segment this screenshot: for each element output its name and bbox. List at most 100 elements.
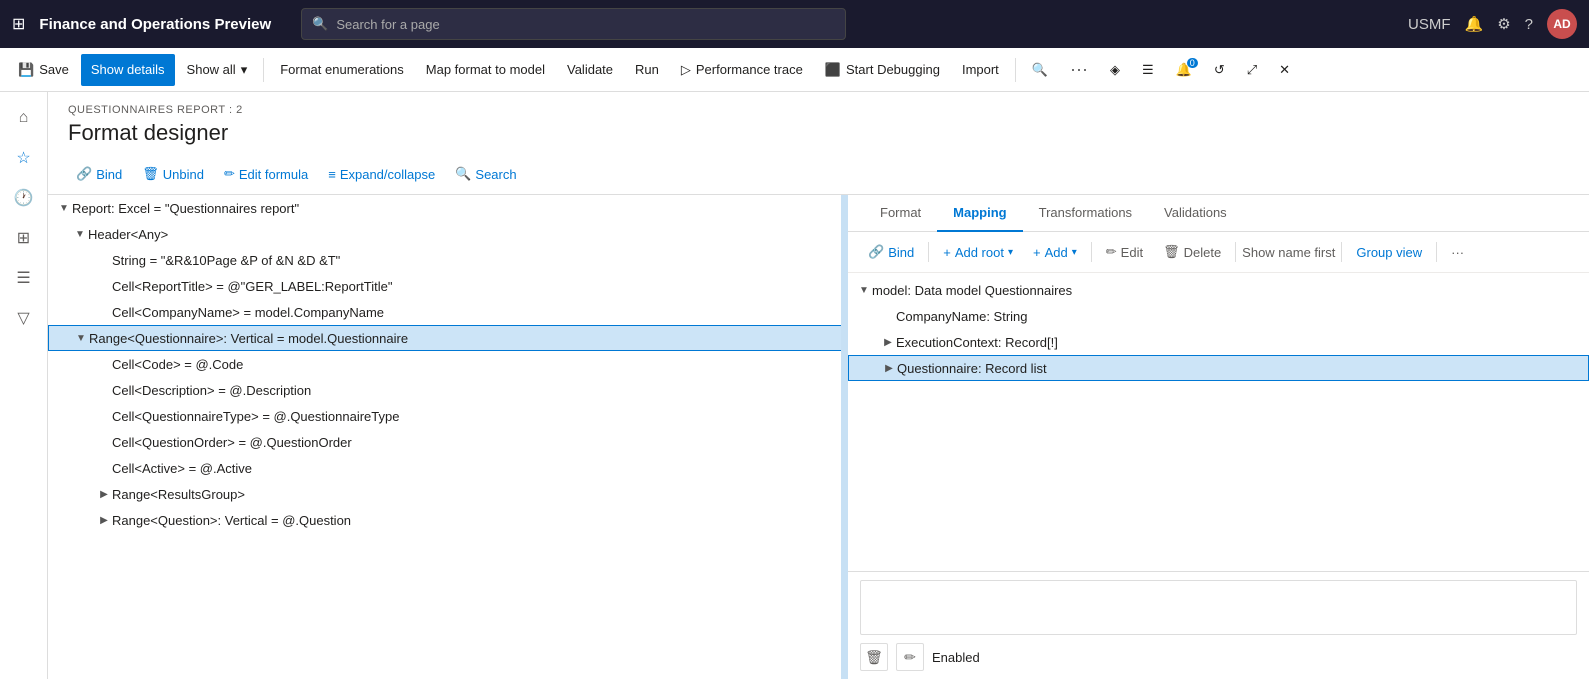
mt-add-icon: + [1033,245,1041,260]
more-options-button[interactable]: ··· [1060,54,1098,86]
toggle-rangeq[interactable]: ▼ [73,330,89,346]
side-rail: ⌂ ☆ 🕐 ⊞ ☰ ▽ [0,92,48,679]
help-icon[interactable]: ? [1525,16,1533,33]
rail-dashboard-icon[interactable]: ⊞ [6,220,42,256]
tree-item-celldesc[interactable]: ▶ Cell<Description> = @.Description [48,377,845,403]
panel-resize-handle[interactable] [841,195,845,679]
tree-item-cellcode[interactable]: ▶ Cell<Code> = @.Code [48,351,845,377]
app-grid-icon[interactable]: ⊞ [12,14,25,34]
sidebar-toggle-button[interactable]: ☰ [1132,54,1164,86]
mt-item-model[interactable]: ▼ model: Data model Questionnaires [848,277,1589,303]
show-all-button[interactable]: Show all ▾ [177,54,258,86]
badge-button[interactable]: 🔔0 [1166,54,1202,86]
page-header: QUESTIONNAIRES REPORT : 2 Format designe… [48,92,1589,154]
search-button[interactable]: 🔍 Search [447,160,524,188]
tree-item-cellreporttitle[interactable]: ▶ Cell<ReportTitle> = @"GER_LABEL:Report… [48,273,845,299]
formula-delete-button[interactable]: 🗑 [860,643,888,671]
map-format-to-model-button[interactable]: Map format to model [416,54,555,86]
mt-toggle-model[interactable]: ▼ [856,282,872,298]
mt-group-view-button[interactable]: Group view [1348,238,1430,266]
mt-add-root-icon: + [943,245,951,260]
formula-edit-button[interactable]: ✏ [896,643,924,671]
mt-add-root-button[interactable]: + Add root ▾ [935,238,1021,266]
mt-item-executioncontext[interactable]: ▶ ExecutionContext: Record[!] [848,329,1589,355]
tree-item-rangeresultsgroup[interactable]: ▶ Range<ResultsGroup> [48,481,845,507]
rail-history-icon[interactable]: 🕐 [6,180,42,216]
rail-home-icon[interactable]: ⌂ [6,100,42,136]
mt-label: ExecutionContext: Record[!] [896,335,1058,350]
diamond-button[interactable]: ◈ [1100,54,1130,86]
refresh-button[interactable]: ↺ [1204,54,1235,86]
settings-icon[interactable]: ⚙ [1497,15,1510,33]
start-debugging-button[interactable]: ⬛ Start Debugging [815,54,950,86]
rail-list-icon[interactable]: ☰ [6,260,42,296]
close-icon: ✕ [1279,62,1290,78]
mapping-tree: ▼ model: Data model Questionnaires ▶ Com… [848,273,1589,571]
mt-item-questionnaire[interactable]: ▶ Questionnaire: Record list [848,355,1589,381]
right-panel: Format Mapping Transformations Validatio… [848,195,1589,679]
breadcrumb: QUESTIONNAIRES REPORT : 2 [68,104,1569,116]
search-tree-icon: 🔍 [455,166,471,182]
mt-item-companyname[interactable]: ▶ CompanyName: String [848,303,1589,329]
tree-item-rangequestion[interactable]: ▶ Range<Question>: Vertical = @.Question [48,507,845,533]
mt-delete-button[interactable]: 🗑 Delete [1155,238,1229,266]
page-title: Format designer [68,120,1569,146]
formula-status: Enabled [932,650,980,665]
more-icon: ··· [1070,59,1088,80]
toggle-report[interactable]: ▼ [56,200,72,216]
tree-item-rangequestionnaire[interactable]: ▼ Range<Questionnaire>: Vertical = model… [48,325,845,351]
save-button[interactable]: 💾 Save [8,54,79,86]
rail-favorites-icon[interactable]: ☆ [6,140,42,176]
search-cmd-button[interactable]: 🔍 [1022,54,1058,86]
tree-label: Cell<Description> = @.Description [112,383,311,398]
performance-trace-button[interactable]: ▷ Performance trace [671,54,813,86]
formula-box[interactable] [860,580,1577,635]
tree-label: Cell<QuestionOrder> = @.QuestionOrder [112,435,352,450]
run-button[interactable]: Run [625,54,669,86]
tree-item-cellcompanyname[interactable]: ▶ Cell<CompanyName> = model.CompanyName [48,299,845,325]
popout-button[interactable]: ⤢ [1237,54,1267,86]
tree-item-cellactive[interactable]: ▶ Cell<Active> = @.Active [48,455,845,481]
mt-more-button[interactable]: ··· [1443,238,1472,266]
tab-validations[interactable]: Validations [1148,195,1243,232]
mt-edit-button[interactable]: ✏ Edit [1098,238,1151,266]
tab-transformations[interactable]: Transformations [1023,195,1148,232]
toggle-rangeques[interactable]: ▶ [96,512,112,528]
mapping-toolbar: 🔗 Bind + Add root ▾ + Add ▾ [848,232,1589,273]
bind-button[interactable]: 🔗 Bind [68,160,130,188]
tree-item-header[interactable]: ▼ Header<Any> [48,221,845,247]
mt-toggle-q[interactable]: ▶ [881,360,897,376]
tab-format[interactable]: Format [864,195,937,232]
mt-show-name-first-label: Show name first [1242,245,1335,260]
mt-add-button[interactable]: + Add ▾ [1025,238,1085,266]
user-avatar[interactable]: AD [1547,9,1577,39]
top-navigation: ⊞ Finance and Operations Preview 🔍 Searc… [0,0,1589,48]
tree-item-report[interactable]: ▼ Report: Excel = "Questionnaires report… [48,195,845,221]
notification-icon[interactable]: 🔔 [1465,15,1484,33]
search-bar[interactable]: 🔍 Search for a page [301,8,845,40]
expand-collapse-button[interactable]: ≡ Expand/collapse [320,160,443,188]
panels: ▼ Report: Excel = "Questionnaires report… [48,195,1589,679]
mt-bind-button[interactable]: 🔗 Bind [860,238,922,266]
tab-mapping[interactable]: Mapping [937,195,1022,232]
edit-formula-button[interactable]: ✏ Edit formula [216,160,316,188]
tree-item-cellqorder[interactable]: ▶ Cell<QuestionOrder> = @.QuestionOrder [48,429,845,455]
mt-toggle-ec[interactable]: ▶ [880,334,896,350]
tree-item-cellqtype[interactable]: ▶ Cell<QuestionnaireType> = @.Questionna… [48,403,845,429]
cmd-separator-2 [1015,58,1016,82]
bind-icon: 🔗 [76,166,92,182]
tree-item-string[interactable]: ▶ String = "&R&10Page &P of &N &D &T" [48,247,845,273]
mt-sep-2 [1091,242,1092,262]
close-button[interactable]: ✕ [1269,54,1300,86]
mt-sep-5 [1436,242,1437,262]
toggle-rangersg[interactable]: ▶ [96,486,112,502]
rail-filter-icon[interactable]: ▽ [6,300,42,336]
format-enumerations-button[interactable]: Format enumerations [270,54,414,86]
mt-addroot-chevron-icon: ▾ [1008,247,1013,258]
unbind-button[interactable]: 🗑 Unbind [134,160,212,188]
validate-button[interactable]: Validate [557,54,623,86]
import-button[interactable]: Import [952,54,1009,86]
mt-sep-3 [1235,242,1236,262]
toggle-header[interactable]: ▼ [72,226,88,242]
show-details-button[interactable]: Show details [81,54,175,86]
